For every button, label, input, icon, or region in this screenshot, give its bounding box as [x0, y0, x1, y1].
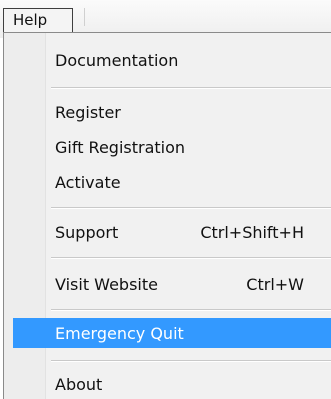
menu-item-label: Gift Registration	[55, 138, 186, 157]
menu-item-visit-website[interactable]: Visit Website Ctrl+W	[4, 269, 331, 299]
menu-item-shortcut: Ctrl+Shift+H	[200, 223, 304, 242]
menu-item-documentation[interactable]: Documentation	[4, 45, 331, 75]
menubar-separator	[84, 8, 85, 26]
help-menu-label: Help	[13, 11, 48, 29]
menu-item-label: About	[55, 375, 103, 394]
menu-separator	[51, 309, 331, 311]
menu-separator	[51, 207, 331, 209]
help-menu[interactable]: Help	[3, 8, 73, 33]
menu-item-label: Visit Website	[55, 275, 158, 294]
menu-item-about[interactable]: About	[4, 369, 331, 399]
menu-item-emergency-quit[interactable]: Emergency Quit	[13, 318, 331, 348]
menu-item-support[interactable]: Support Ctrl+Shift+H	[4, 217, 331, 247]
menu-separator	[51, 87, 331, 89]
menu-item-gift-registration[interactable]: Gift Registration	[4, 132, 331, 162]
menu-separator	[51, 257, 331, 259]
menu-separator	[51, 360, 331, 362]
menu-item-register[interactable]: Register	[4, 97, 331, 127]
menu-item-label: Emergency Quit	[55, 324, 184, 343]
menu-item-label: Support	[55, 223, 119, 242]
menu-item-shortcut: Ctrl+W	[246, 275, 304, 294]
menu-item-label: Documentation	[55, 51, 179, 70]
help-dropdown-menu: Documentation Register Gift Registration…	[3, 32, 331, 399]
menu-item-activate[interactable]: Activate	[4, 167, 331, 197]
menu-item-label: Activate	[55, 173, 121, 192]
menu-item-label: Register	[55, 103, 121, 122]
